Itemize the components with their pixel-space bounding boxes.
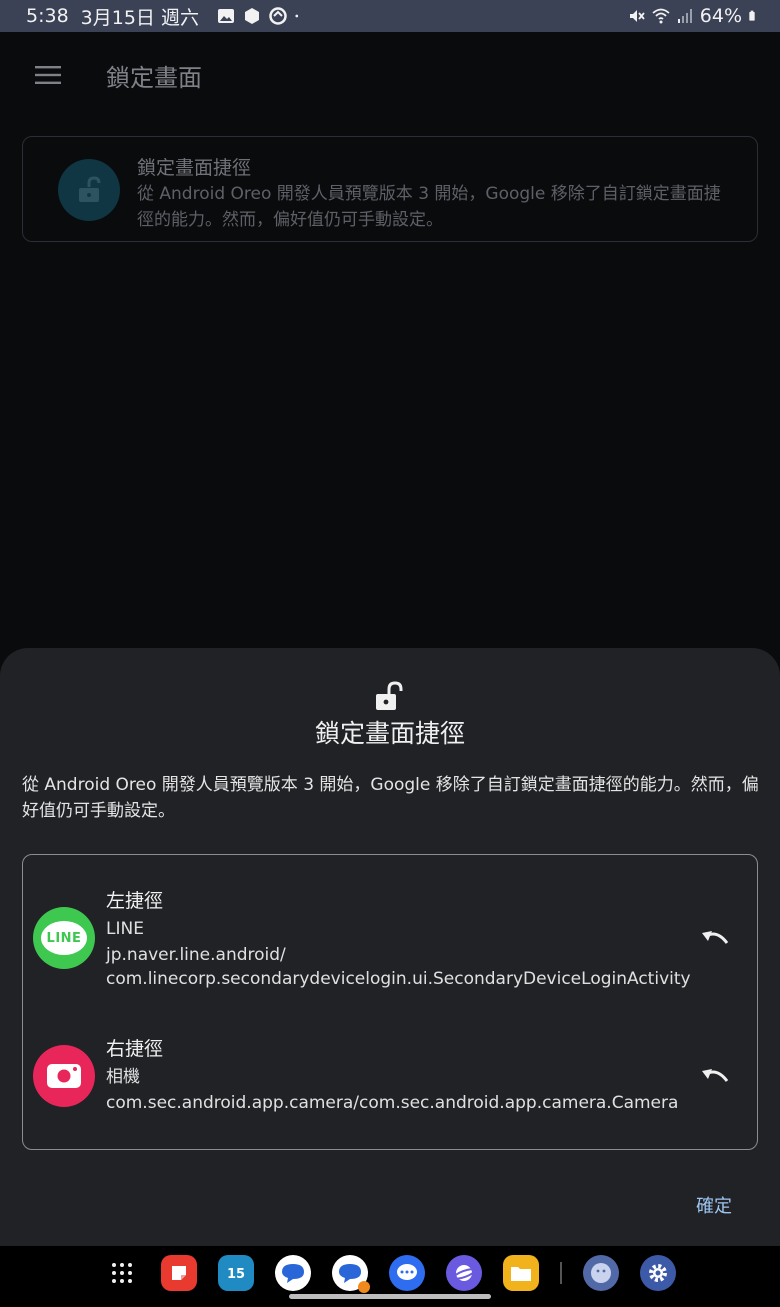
notification-badge bbox=[358, 1280, 370, 1293]
left-shortcut-component: jp.naver.line.android/ com.linecorp.seco… bbox=[106, 945, 691, 989]
card-title: 鎖定畫面捷徑 bbox=[137, 157, 252, 179]
notification-icons bbox=[217, 7, 303, 25]
right-shortcut-text: 右捷徑 相機 com.sec.android.app.camera/com.se… bbox=[106, 1035, 678, 1115]
bottom-sheet-dialog: 鎖定畫面捷徑 從 Android Oreo 開發人員預覽版本 3 開始，Goog… bbox=[0, 648, 780, 1246]
lockscreen-shortcut-card[interactable]: 鎖定畫面捷徑 從 Android Oreo 開發人員預覽版本 3 開始，Goog… bbox=[22, 136, 758, 242]
profile-icon bbox=[591, 1262, 611, 1283]
left-shortcut-reset-button[interactable] bbox=[697, 921, 733, 957]
left-shortcut-label: 左捷徑 bbox=[106, 890, 164, 912]
line-app-icon: LINE bbox=[33, 907, 95, 969]
speech-dots-icon bbox=[397, 1263, 417, 1280]
chat-bubble-icon bbox=[282, 1263, 304, 1283]
calendar-day: 15 bbox=[226, 1267, 246, 1282]
messages-icon[interactable] bbox=[275, 1254, 311, 1291]
signal-icon bbox=[677, 9, 692, 23]
taskbar-divider bbox=[560, 1261, 562, 1284]
camera-app-icon bbox=[33, 1045, 95, 1107]
wifi-icon bbox=[652, 8, 670, 24]
chat-bubble-icon bbox=[339, 1263, 361, 1283]
page-title: 鎖定畫面 bbox=[106, 63, 202, 92]
grid-dots-icon bbox=[112, 1262, 132, 1283]
right-shortcut-label: 右捷徑 bbox=[106, 1038, 164, 1060]
app-bar: 鎖定畫面 bbox=[0, 32, 780, 118]
battery-percent: 64% bbox=[699, 5, 742, 27]
right-shortcut-component: com.sec.android.app.camera/com.sec.andro… bbox=[106, 1093, 679, 1113]
internet-browser-icon[interactable] bbox=[446, 1254, 482, 1291]
left-shortcut-app-name: LINE bbox=[106, 919, 144, 939]
note-icon bbox=[172, 1265, 186, 1280]
screen: 5:38 3月15日 週六 64% 鎖定畫面 鎖定畫面捷徑 從 Android … bbox=[0, 0, 780, 1307]
status-bar-right: 64% bbox=[628, 5, 760, 27]
mute-icon bbox=[629, 10, 645, 22]
right-shortcut-app-name: 相機 bbox=[106, 1067, 140, 1087]
gallery-icon bbox=[217, 9, 234, 23]
dialog-title: 鎖定畫面捷徑 bbox=[314, 719, 465, 748]
camera-logo bbox=[47, 1064, 81, 1088]
battery-icon bbox=[749, 10, 755, 21]
sync-app-icon bbox=[269, 7, 287, 25]
right-shortcut-reset-button[interactable] bbox=[697, 1059, 733, 1095]
confirm-button[interactable]: 確定 bbox=[696, 1192, 732, 1218]
folder-icon bbox=[511, 1266, 531, 1281]
app-drawer-icon[interactable] bbox=[104, 1255, 140, 1291]
chat-icon[interactable] bbox=[389, 1254, 425, 1291]
unlock-icon bbox=[79, 176, 101, 202]
my-files-icon[interactable] bbox=[503, 1254, 539, 1291]
shortcut-list: LINE 左捷徑 LINE jp.naver.line.android/ com… bbox=[22, 854, 758, 1150]
planet-icon bbox=[452, 1264, 476, 1281]
recent-app-icon[interactable] bbox=[583, 1254, 619, 1291]
hexagon-app-icon bbox=[244, 8, 259, 24]
menu-button[interactable] bbox=[20, 47, 76, 103]
unlock-icon bbox=[376, 681, 403, 710]
dot-icon bbox=[295, 14, 299, 18]
settings-icon[interactable] bbox=[640, 1254, 676, 1291]
status-time: 5:38 bbox=[26, 5, 69, 27]
card-icon-circle bbox=[58, 159, 120, 221]
undo-icon bbox=[702, 1069, 729, 1082]
status-bar: 5:38 3月15日 週六 64% bbox=[0, 0, 780, 32]
dialog-description: 從 Android Oreo 開發人員預覽版本 3 開始，Google 移除了自… bbox=[22, 775, 759, 821]
calendar-icon[interactable]: 15 bbox=[218, 1254, 254, 1291]
hamburger-menu-icon bbox=[35, 66, 61, 84]
left-shortcut-text: 左捷徑 LINE jp.naver.line.android/ com.line… bbox=[106, 887, 691, 991]
samsung-notes-icon[interactable] bbox=[161, 1254, 197, 1291]
gear-icon bbox=[649, 1263, 667, 1282]
messages-alt-icon[interactable] bbox=[332, 1254, 370, 1293]
status-bar-left: 5:38 3月15日 週六 bbox=[26, 3, 303, 30]
undo-icon bbox=[702, 931, 729, 944]
line-logo: LINE bbox=[41, 921, 87, 955]
status-date: 3月15日 週六 bbox=[80, 6, 199, 29]
card-description: 從 Android Oreo 開發人員預覽版本 3 開始，Google 移除了自… bbox=[137, 184, 721, 230]
home-indicator[interactable] bbox=[289, 1294, 491, 1299]
